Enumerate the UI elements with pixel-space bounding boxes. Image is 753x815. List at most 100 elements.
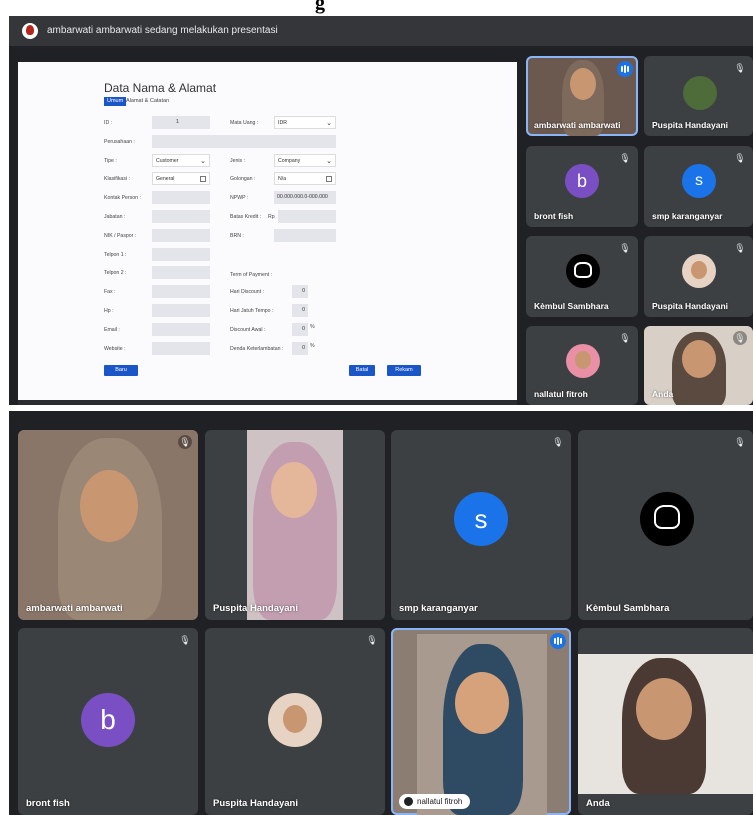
label-mata-uang: Mata Uang :	[230, 120, 259, 126]
label-id: ID :	[104, 120, 113, 126]
participant-tile[interactable]: 🎙 Kèmbul Sambhara	[526, 236, 638, 317]
participant-tile[interactable]: nallatul fitroh	[391, 628, 571, 815]
participant-name: Kèmbul Sambhara	[586, 603, 670, 614]
participant-name: Kèmbul Sambhara	[534, 301, 609, 311]
mic-off-icon: 🎙	[734, 153, 746, 163]
label-klasifikasi: Klasifikasi :	[104, 176, 130, 182]
email-field[interactable]	[152, 323, 210, 336]
tab-alamat-catatan[interactable]: Alamat & Catatan	[126, 97, 169, 106]
participant-tile[interactable]: b 🎙 bront fish	[526, 146, 638, 227]
jenis-select[interactable]: Company ⌄	[274, 154, 336, 167]
participant-tile[interactable]: 🎙 Anda	[644, 326, 753, 405]
label-website: Website :	[104, 346, 126, 352]
mic-off-icon: 🎙	[733, 331, 747, 345]
participant-avatar	[682, 254, 716, 288]
percent-sign: %	[310, 324, 315, 330]
participant-tile[interactable]: Puspita Handayani	[205, 430, 385, 620]
participant-tile[interactable]: 🎙 Puspita Handayani	[205, 628, 385, 815]
perusahaan-field[interactable]	[152, 135, 336, 148]
meet-screenshot-presenting: ambarwati ambarwati sedang melakukan pre…	[9, 16, 753, 405]
shared-screen[interactable]: Data Nama & Alamat Umum Alamat & Catatan…	[18, 62, 517, 405]
participant-tile[interactable]: 🎙 Puspita Handayani	[644, 236, 753, 317]
rekam-button[interactable]: Rekam	[387, 365, 421, 376]
website-field[interactable]	[152, 342, 210, 355]
participant-name: ambarwati ambarwati	[534, 120, 621, 130]
mic-off-icon: 🎙	[178, 435, 192, 449]
denda-field[interactable]: 0	[292, 342, 308, 355]
participant-name: Puspita Handayani	[213, 798, 298, 809]
mic-off-icon: 🎙	[734, 63, 746, 73]
chevron-down-icon: ⌄	[326, 158, 332, 165]
participant-name: Anda	[652, 389, 674, 399]
label-discount-awal: Discount Awal :	[230, 327, 266, 333]
tab-umum[interactable]: Umum	[104, 97, 127, 106]
presentation-banner: ambarwati ambarwati sedang melakukan pre…	[9, 16, 753, 46]
participant-photo	[570, 68, 596, 100]
npwp-field[interactable]: 00.000.000.0-000.000	[274, 191, 336, 204]
tipe-select[interactable]: Customer ⌄	[152, 154, 210, 167]
jabatan-field[interactable]	[152, 210, 210, 223]
golongan-select[interactable]: N/a	[274, 172, 336, 185]
participant-name: bront fish	[534, 211, 574, 221]
form-title: Data Nama & Alamat	[104, 81, 217, 95]
telpon1-field[interactable]	[152, 248, 210, 261]
discount-awal-field[interactable]: 0	[292, 323, 308, 336]
label-brn: BRN :	[230, 233, 244, 239]
participant-tile[interactable]: s 🎙 smp karanganyar	[644, 146, 753, 227]
participant-avatar	[566, 254, 600, 288]
participant-name: smp karanganyar	[399, 603, 478, 614]
kontak-person-field[interactable]	[152, 191, 210, 204]
participant-tile[interactable]: 🎙 ambarwati ambarwati	[18, 430, 198, 620]
participant-name: Puspita Handayani	[652, 301, 729, 311]
speaking-indicator-icon	[550, 633, 566, 649]
participant-tile[interactable]: 🎙 Kèmbul Sambhara	[578, 430, 753, 620]
label-golongan: Golongan :	[230, 176, 256, 182]
presenter-taskbar	[18, 400, 517, 405]
telpon2-field[interactable]	[152, 266, 210, 279]
participant-avatar: s	[682, 164, 716, 198]
participant-name: bront fish	[26, 798, 70, 809]
batas-kredit-field[interactable]	[278, 210, 336, 223]
chevron-down-icon: ⌄	[200, 158, 206, 165]
label-nik: NIK / Paspor :	[104, 233, 137, 239]
mata-uang-select[interactable]: IDR ⌄	[274, 116, 336, 129]
participant-avatar	[268, 693, 322, 747]
participant-photo	[247, 430, 343, 620]
label-tipe: Tipe :	[104, 158, 117, 164]
participant-tile[interactable]: 🎙 Puspita Handayani	[644, 56, 753, 136]
label-npwp: NPWP :	[230, 195, 249, 201]
participant-tile[interactable]: 🎙 nallatul fitroh	[526, 326, 638, 405]
fax-field[interactable]	[152, 285, 210, 298]
participant-name: Anda	[586, 798, 610, 809]
brn-field[interactable]	[274, 229, 336, 242]
participant-name-pill: nallatul fitroh	[399, 794, 471, 809]
mic-off-icon: 🎙	[619, 333, 631, 343]
mic-off-icon: 🎙	[179, 635, 191, 645]
baru-button[interactable]: Baru	[104, 365, 138, 376]
participant-tile[interactable]: s 🎙 smp karanganyar	[391, 430, 571, 620]
participant-photo	[578, 654, 753, 794]
participant-name: smp karanganyar	[652, 211, 723, 221]
calendar-icon	[200, 176, 206, 182]
participant-tile[interactable]: ambarwati ambarwati	[526, 56, 638, 136]
id-field[interactable]: 1	[152, 116, 210, 129]
label-hp: Hp :	[104, 308, 114, 314]
klasifikasi-select[interactable]: General	[152, 172, 210, 185]
participant-photo	[682, 340, 716, 378]
nik-field[interactable]	[152, 229, 210, 242]
hari-discount-field[interactable]: 0	[292, 285, 308, 298]
batas-kredit-prefix: Rp	[268, 214, 275, 220]
speaking-indicator-icon	[617, 61, 633, 77]
label-jenis: Jenis :	[230, 158, 245, 164]
label-jabatan: Jabatan :	[104, 214, 126, 220]
label-hari-discount: Hari Discount :	[230, 289, 265, 295]
label-hari-jatuh-tempo: Hari Jatuh Tempo :	[230, 308, 274, 314]
hp-field[interactable]	[152, 304, 210, 317]
hari-jatuh-tempo-field[interactable]: 0	[292, 304, 308, 317]
presenting-text: ambarwati ambarwati sedang melakukan pre…	[47, 25, 278, 36]
mic-off-icon: 🎙	[619, 153, 631, 163]
batal-button[interactable]: Batal	[349, 365, 375, 376]
participant-photo	[417, 634, 547, 815]
participant-tile[interactable]: b 🎙 bront fish	[18, 628, 198, 815]
participant-tile[interactable]: Anda	[578, 628, 753, 815]
